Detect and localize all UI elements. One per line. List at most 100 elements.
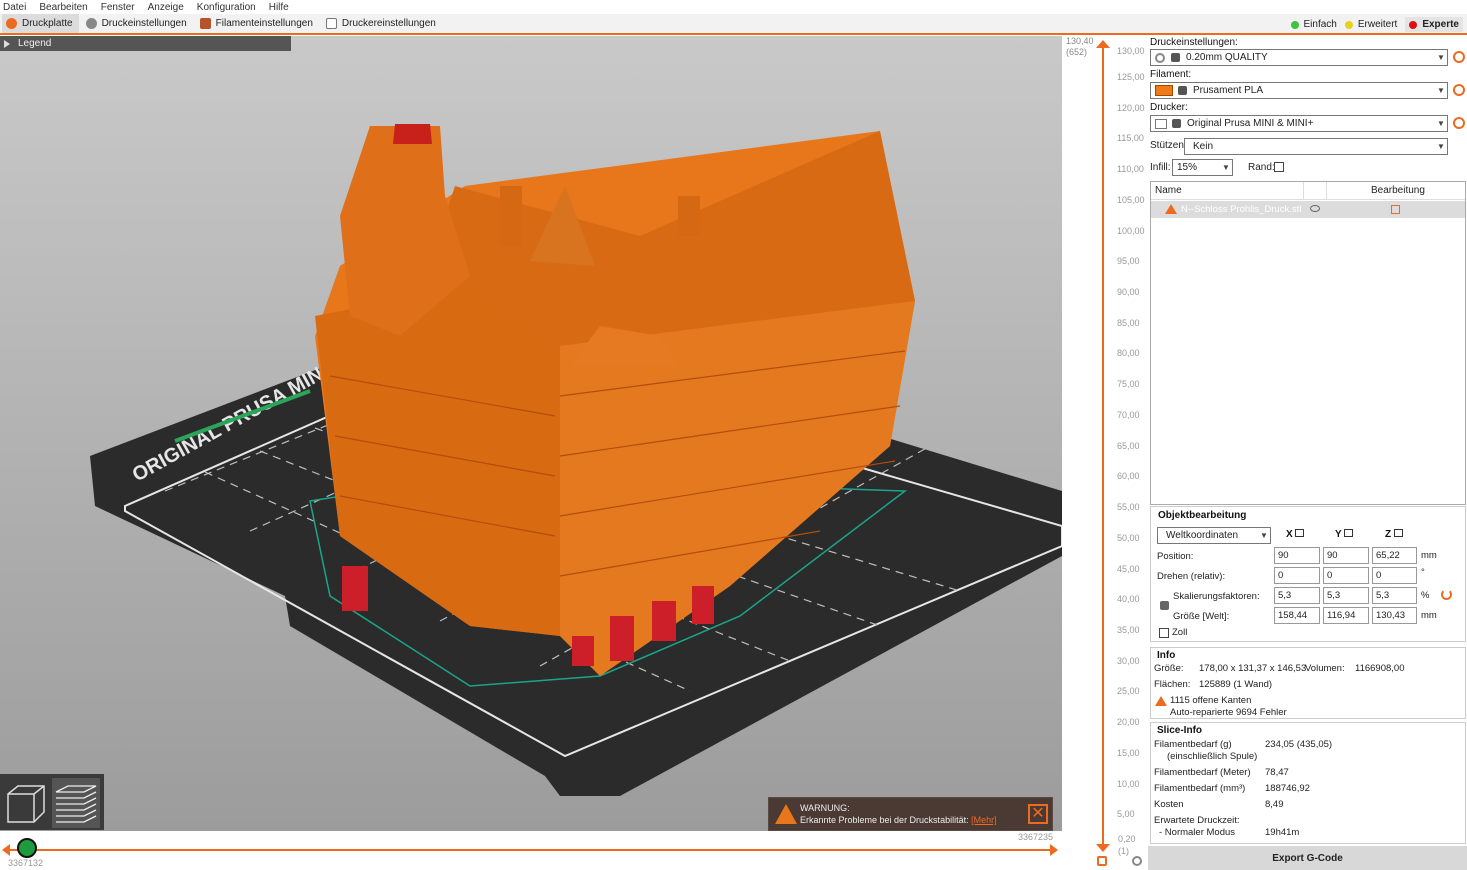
menu-datei[interactable]: Datei	[3, 2, 26, 13]
menu-konfiguration[interactable]: Konfiguration	[197, 2, 256, 13]
preview-button[interactable]	[52, 778, 100, 828]
eye-icon[interactable]	[1310, 205, 1320, 212]
obj-edit-title: Objektbearbeitung	[1158, 510, 1247, 521]
tick-label: 50,00	[1117, 533, 1140, 543]
tab-label: Druckeinstellungen	[101, 18, 187, 29]
warning-title: WARNUNG:	[800, 803, 850, 813]
edit-object-icon[interactable]	[1391, 205, 1400, 214]
brim-checkbox[interactable]	[1274, 162, 1284, 172]
info-volume: 1166908,00	[1355, 663, 1405, 674]
upper-thumb-icon[interactable]	[1096, 40, 1110, 48]
tick-label: 95,00	[1117, 256, 1140, 266]
position-y[interactable]: 90	[1323, 547, 1369, 564]
inch-checkbox[interactable]	[1159, 628, 1169, 638]
fil-mm3: 188746,92	[1265, 783, 1310, 794]
position-z[interactable]: 65,22	[1372, 547, 1417, 564]
col-edit[interactable]: Bearbeitung	[1371, 185, 1425, 196]
tab-druckereinstellungen[interactable]: Druckereinstellungen	[322, 14, 442, 33]
warning-more-link[interactable]: [Mehr]	[971, 815, 997, 825]
axis-x: X	[1286, 529, 1293, 540]
print-settings-label: Druckeinstellungen:	[1150, 37, 1238, 48]
yellow-dot-icon	[1344, 20, 1353, 29]
legend-toggle[interactable]: Legend	[0, 36, 291, 51]
menu-fenster[interactable]: Fenster	[101, 2, 135, 13]
scale-z[interactable]: 5,3	[1372, 587, 1417, 604]
tick-label: 75,00	[1117, 379, 1140, 389]
export-gcode-button[interactable]: Export G-Code	[1148, 846, 1467, 870]
tick-label: 70,00	[1117, 410, 1140, 420]
scale-x[interactable]: 5,3	[1274, 587, 1320, 604]
col-name[interactable]: Name	[1155, 185, 1182, 196]
supports-combo[interactable]: Kein ▼	[1184, 138, 1448, 155]
reset-scale-icon[interactable]	[1441, 589, 1452, 600]
printer-combo[interactable]: Original Prusa MINI & MINI+ ▼	[1150, 115, 1448, 132]
globe-thumb-icon[interactable]	[17, 838, 37, 858]
object-name: N--Schloss Prohlis_Druck.stl	[1181, 204, 1302, 215]
menu-bearbeiten[interactable]: Bearbeiten	[39, 2, 87, 13]
mode-erweitert[interactable]: Erweitert	[1344, 19, 1397, 30]
tick-label: 65,00	[1117, 441, 1140, 451]
size-y[interactable]: 116,94	[1323, 607, 1369, 624]
fil-m-label: Filamentbedarf (Meter)	[1154, 767, 1251, 778]
info-repaired: Auto-reparierte 9694 Fehler	[1170, 707, 1287, 718]
list-header: Name Bearbeitung	[1151, 182, 1465, 200]
lower-thumb-icon[interactable]	[1096, 844, 1110, 852]
left-arrow-icon[interactable]	[2, 844, 10, 856]
info-title: Info	[1157, 650, 1176, 661]
tab-filamenteinstellungen[interactable]: Filamenteinstellungen	[196, 14, 319, 33]
menu-bar: Datei Bearbeiten Fenster Anzeige Konfigu…	[0, 0, 1467, 14]
axis-y-label: Y	[1335, 529, 1354, 540]
tick-label: 30,00	[1117, 656, 1140, 666]
axis-icon	[1393, 529, 1403, 537]
plater-icon	[6, 18, 17, 29]
cog-icon[interactable]	[1132, 856, 1142, 866]
3d-viewport[interactable]: ORIGINAL PRUSA MINI	[0, 36, 1062, 831]
lock-icon	[1178, 86, 1187, 95]
move-slider[interactable]: 3367235 3367132	[0, 831, 1062, 870]
view-toggle-panel	[0, 774, 104, 830]
cog-icon	[1155, 52, 1165, 63]
size-z[interactable]: 130,43	[1372, 607, 1417, 624]
lock-icon[interactable]	[1097, 856, 1107, 866]
right-arrow-icon[interactable]	[1050, 844, 1058, 856]
menu-anzeige[interactable]: Anzeige	[148, 2, 184, 13]
scale-y[interactable]: 5,3	[1323, 587, 1369, 604]
rotate-x[interactable]: 0	[1274, 567, 1320, 584]
slider-top-layer: (652)	[1066, 47, 1088, 57]
slider-bottom-layer: (1)	[1118, 846, 1129, 856]
supports-label: Stützen:	[1150, 140, 1187, 151]
3d-view-button[interactable]	[4, 780, 48, 826]
rotate-y[interactable]: 0	[1323, 567, 1369, 584]
close-icon[interactable]: ✕	[1028, 804, 1048, 824]
mode-einfach[interactable]: Einfach	[1290, 19, 1337, 30]
coord-system-combo[interactable]: Weltkoordinaten ▼	[1157, 527, 1271, 544]
tab-druckplatte[interactable]: Druckplatte	[2, 14, 79, 33]
tick-label: 115,00	[1117, 133, 1144, 143]
chevron-down-icon: ▼	[1437, 86, 1445, 95]
infill-combo[interactable]: 15% ▼	[1172, 159, 1233, 176]
tick-label: 100,00	[1117, 226, 1145, 236]
list-item[interactable]: N--Schloss Prohlis_Druck.stl	[1151, 201, 1465, 218]
warning-icon	[775, 804, 797, 824]
position-x[interactable]: 90	[1274, 547, 1320, 564]
fil-m: 78,47	[1265, 767, 1289, 778]
tab-druckeinstellungen[interactable]: Druckeinstellungen	[82, 14, 193, 33]
mode-experte[interactable]: Experte	[1405, 17, 1463, 32]
lock-scale-icon[interactable]	[1160, 601, 1169, 610]
layer-slider[interactable]: 130,40 (652) 130,00 125,00 120,00 115,00…	[1062, 36, 1148, 870]
spool-icon	[199, 18, 211, 29]
tick-label: 80,00	[1117, 348, 1140, 358]
size-label: Größe [Welt]:	[1173, 611, 1230, 622]
edit-print-settings-icon[interactable]	[1453, 51, 1465, 63]
chevron-down-icon: ▼	[1437, 53, 1445, 62]
filament-combo[interactable]: Prusament PLA ▼	[1150, 82, 1448, 99]
rotate-z[interactable]: 0	[1372, 567, 1417, 584]
edit-printer-icon[interactable]	[1453, 117, 1465, 129]
menu-hilfe[interactable]: Hilfe	[269, 2, 289, 13]
size-x[interactable]: 158,44	[1274, 607, 1320, 624]
tick-label: 55,00	[1117, 502, 1140, 512]
brim-label: Rand:	[1248, 162, 1275, 173]
print-settings-combo[interactable]: 0.20mm QUALITY ▼	[1150, 49, 1448, 66]
scale-label: Skalierungsfaktoren:	[1173, 591, 1260, 602]
edit-filament-icon[interactable]	[1453, 84, 1465, 96]
